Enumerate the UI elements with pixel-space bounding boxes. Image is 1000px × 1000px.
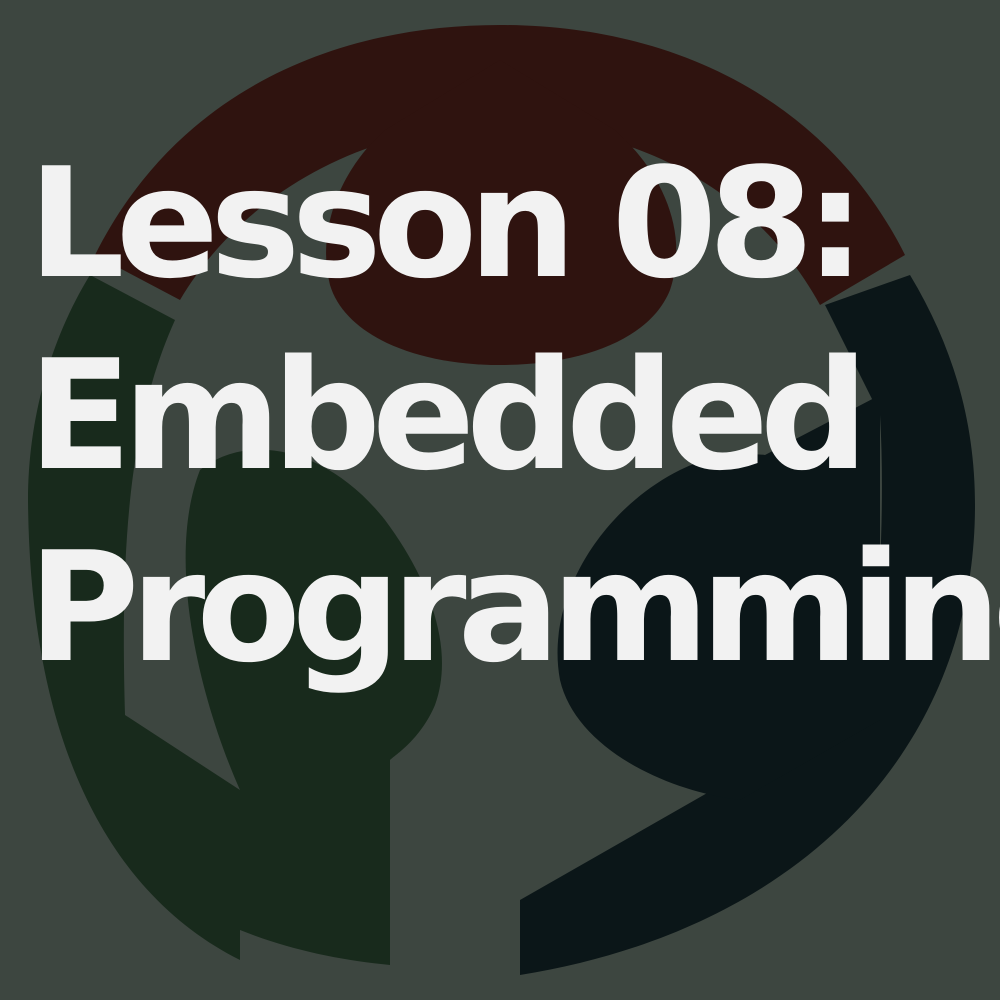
lesson-cover-card: Lesson 08: Embedded Programming	[0, 0, 1000, 1000]
lesson-title-line-1: Lesson 08:	[28, 135, 866, 312]
lesson-title: Lesson 08: Embedded Programming	[28, 128, 1000, 704]
lesson-title-line-3: Programming	[28, 519, 1000, 696]
lesson-title-line-2: Embedded	[28, 327, 869, 504]
